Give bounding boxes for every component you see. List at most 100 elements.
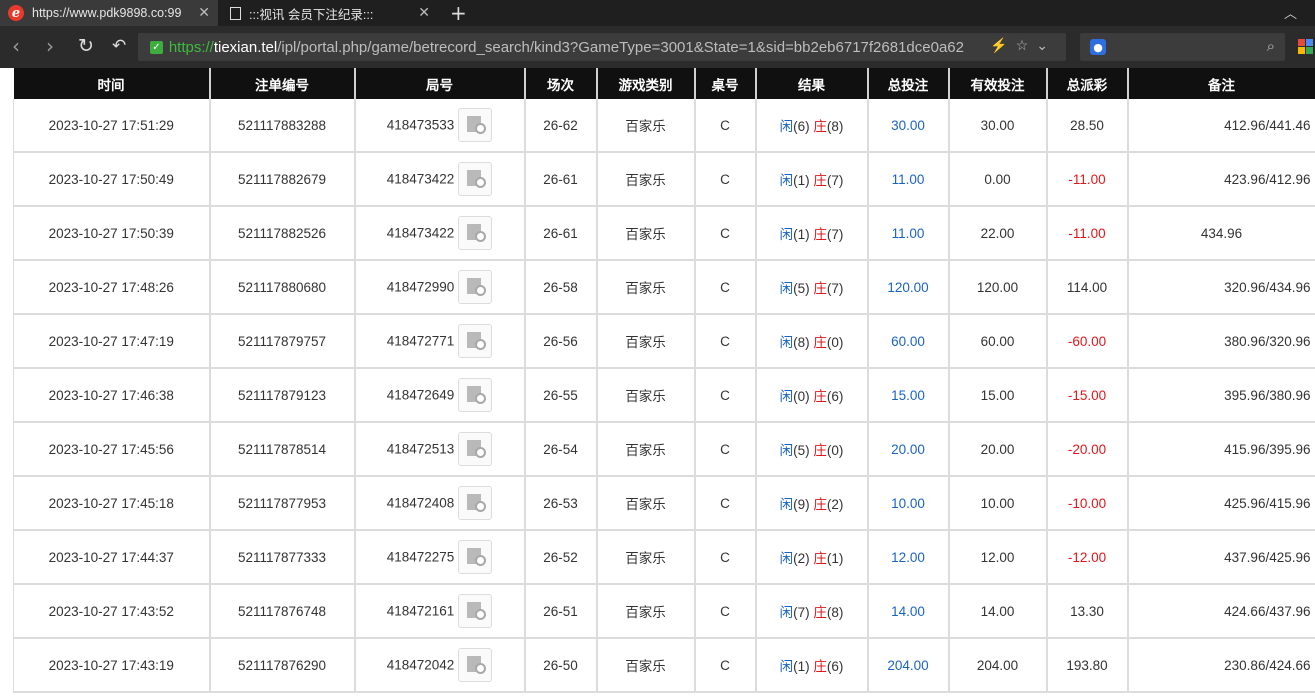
cell-game: 百家乐 — [596, 584, 696, 639]
cell-session: 26-61 — [524, 206, 598, 261]
cell-total-bet[interactable]: 10.00 — [867, 476, 950, 531]
cell-table: C — [694, 422, 757, 477]
player-score: (7) — [793, 605, 810, 620]
cell-total-bet[interactable]: 204.00 — [867, 638, 950, 693]
player-label: 闲 — [779, 335, 794, 350]
url-scheme: https:// — [168, 38, 214, 56]
cell-table: C — [694, 476, 757, 531]
cell-result: 闲(6) 庄(8) — [755, 99, 869, 153]
video-replay-icon[interactable] — [458, 324, 493, 358]
reload-icon[interactable]: ↻ — [78, 34, 94, 58]
cell-round: 418473533 — [354, 99, 526, 153]
player-label: 闲 — [779, 497, 794, 512]
video-replay-icon[interactable] — [458, 540, 493, 574]
video-replay-icon[interactable] — [458, 378, 493, 412]
cell-valid-bet: 20.00 — [948, 422, 1048, 477]
chevron-up-icon[interactable]: ︿ — [1284, 3, 1297, 22]
banker-label: 庄 — [813, 119, 827, 134]
player-label: 闲 — [779, 605, 794, 620]
cell-result: 闲(0) 庄(6) — [755, 368, 869, 423]
cell-game: 百家乐 — [596, 260, 696, 315]
banker-label: 庄 — [813, 281, 827, 296]
player-label: 闲 — [779, 551, 794, 566]
cell-total-bet[interactable]: 20.00 — [867, 422, 950, 477]
cell-result: 闲(8) 庄(0) — [755, 314, 869, 369]
video-replay-icon[interactable] — [458, 594, 493, 628]
header-game: 游戏类别 — [596, 68, 696, 99]
new-tab-icon[interactable]: + — [450, 1, 467, 25]
cell-total-bet[interactable]: 14.00 — [867, 584, 950, 639]
close-icon[interactable]: ✕ — [198, 4, 210, 21]
cell-total-bet[interactable]: 11.00 — [867, 206, 950, 261]
cell-valid-bet: 0.00 — [948, 152, 1048, 207]
url-path: /ipl/portal.php/game/betrecord_search/ki… — [277, 38, 964, 56]
banker-label: 庄 — [813, 659, 827, 674]
undo-icon[interactable]: ↶ — [112, 34, 126, 58]
cell-total-bet[interactable]: 15.00 — [867, 368, 950, 423]
round-number: 418472513 — [386, 441, 455, 457]
cell-table: C — [694, 314, 757, 369]
cell-round: 418472408 — [354, 476, 526, 531]
star-icon[interactable]: ☆ — [1016, 37, 1037, 53]
cell-bet-id: 521117877333 — [209, 530, 356, 585]
cell-total-bet[interactable]: 11.00 — [867, 152, 950, 207]
cell-table: C — [694, 206, 757, 261]
header-total-bet: 总投注 — [867, 68, 950, 99]
address-bar[interactable]: ✓ https:// tiexian.tel /ipl/portal.php/g… — [138, 33, 1066, 61]
table-row: 2023-10-27 17:47:19 521117879757 418472771… — [13, 314, 1315, 369]
bet-record-table-wrap: 时间 注单编号 局号 场次 游戏类别 桌号 结果 总投注 有效投注 总派彩 备注… — [13, 68, 1315, 693]
video-replay-icon[interactable] — [458, 216, 493, 250]
cell-game: 百家乐 — [596, 99, 696, 153]
search-icon[interactable]: ⌕ — [1267, 37, 1275, 55]
cell-round: 418473422 — [354, 152, 526, 207]
lightning-icon[interactable]: ⚡ — [990, 37, 1015, 53]
video-replay-icon[interactable] — [458, 108, 493, 142]
cell-remark: 380.96/320.96 — [1127, 314, 1315, 369]
banker-score: (8) — [826, 119, 844, 134]
cell-valid-bet: 204.00 — [948, 638, 1048, 693]
cell-payout: -11.00 — [1046, 206, 1129, 261]
cell-payout: 114.00 — [1046, 260, 1129, 315]
cell-payout: -20.00 — [1046, 422, 1129, 477]
cell-payout: -60.00 — [1046, 314, 1129, 369]
cell-session: 26-51 — [524, 584, 598, 639]
forward-icon[interactable]: › — [46, 34, 54, 58]
video-replay-icon[interactable] — [458, 162, 493, 196]
cell-total-bet[interactable]: 30.00 — [867, 99, 950, 153]
close-icon[interactable]: ✕ — [418, 4, 430, 21]
cell-table: C — [694, 152, 757, 207]
video-replay-icon[interactable] — [458, 648, 493, 682]
cell-game: 百家乐 — [596, 368, 696, 423]
back-icon[interactable]: ‹ — [12, 34, 20, 58]
cell-total-bet[interactable]: 60.00 — [867, 314, 950, 369]
cell-total-bet[interactable]: 12.00 — [867, 530, 950, 585]
cell-remark: 437.96/425.96 — [1127, 530, 1315, 585]
player-score: (1) — [793, 227, 810, 242]
video-replay-icon[interactable] — [458, 270, 493, 304]
cell-remark: 424.66/437.96 — [1127, 584, 1315, 639]
chevron-down-icon[interactable]: ⌄ — [1036, 37, 1056, 53]
cell-bet-id: 521117883288 — [209, 99, 356, 153]
cell-valid-bet: 60.00 — [948, 314, 1048, 369]
cell-total-bet[interactable]: 120.00 — [867, 260, 950, 315]
table-row: 2023-10-27 17:46:38 521117879123 418472649… — [13, 368, 1315, 423]
cell-time: 2023-10-27 17:44:37 — [13, 530, 211, 585]
browser-tab-bar: e https://www.pdk9898.co:99 ✕ :::视讯 会员下注… — [0, 0, 1315, 26]
browser-tab-2[interactable]: :::视讯 会员下注纪录::: ✕ — [220, 0, 438, 26]
banker-label: 庄 — [813, 443, 827, 458]
search-input[interactable]: ● ⌕ — [1080, 33, 1285, 61]
player-label: 闲 — [779, 281, 794, 296]
tab-title: https://www.pdk9898.co:99 — [32, 6, 182, 20]
cell-time: 2023-10-27 17:50:39 — [13, 206, 211, 261]
video-replay-icon[interactable] — [458, 486, 493, 520]
round-number: 418472042 — [386, 657, 455, 673]
header-valid-bet: 有效投注 — [948, 68, 1048, 99]
cell-result: 闲(7) 庄(8) — [755, 584, 869, 639]
video-replay-icon[interactable] — [458, 432, 493, 466]
cell-round: 418472161 — [354, 584, 526, 639]
table-row: 2023-10-27 17:51:29 521117883288 418473533… — [13, 99, 1315, 153]
cell-table: C — [694, 260, 757, 315]
cell-session: 26-53 — [524, 476, 598, 531]
browser-tab-1[interactable]: e https://www.pdk9898.co:99 ✕ — [0, 0, 218, 26]
apps-grid-icon[interactable] — [1298, 39, 1314, 55]
